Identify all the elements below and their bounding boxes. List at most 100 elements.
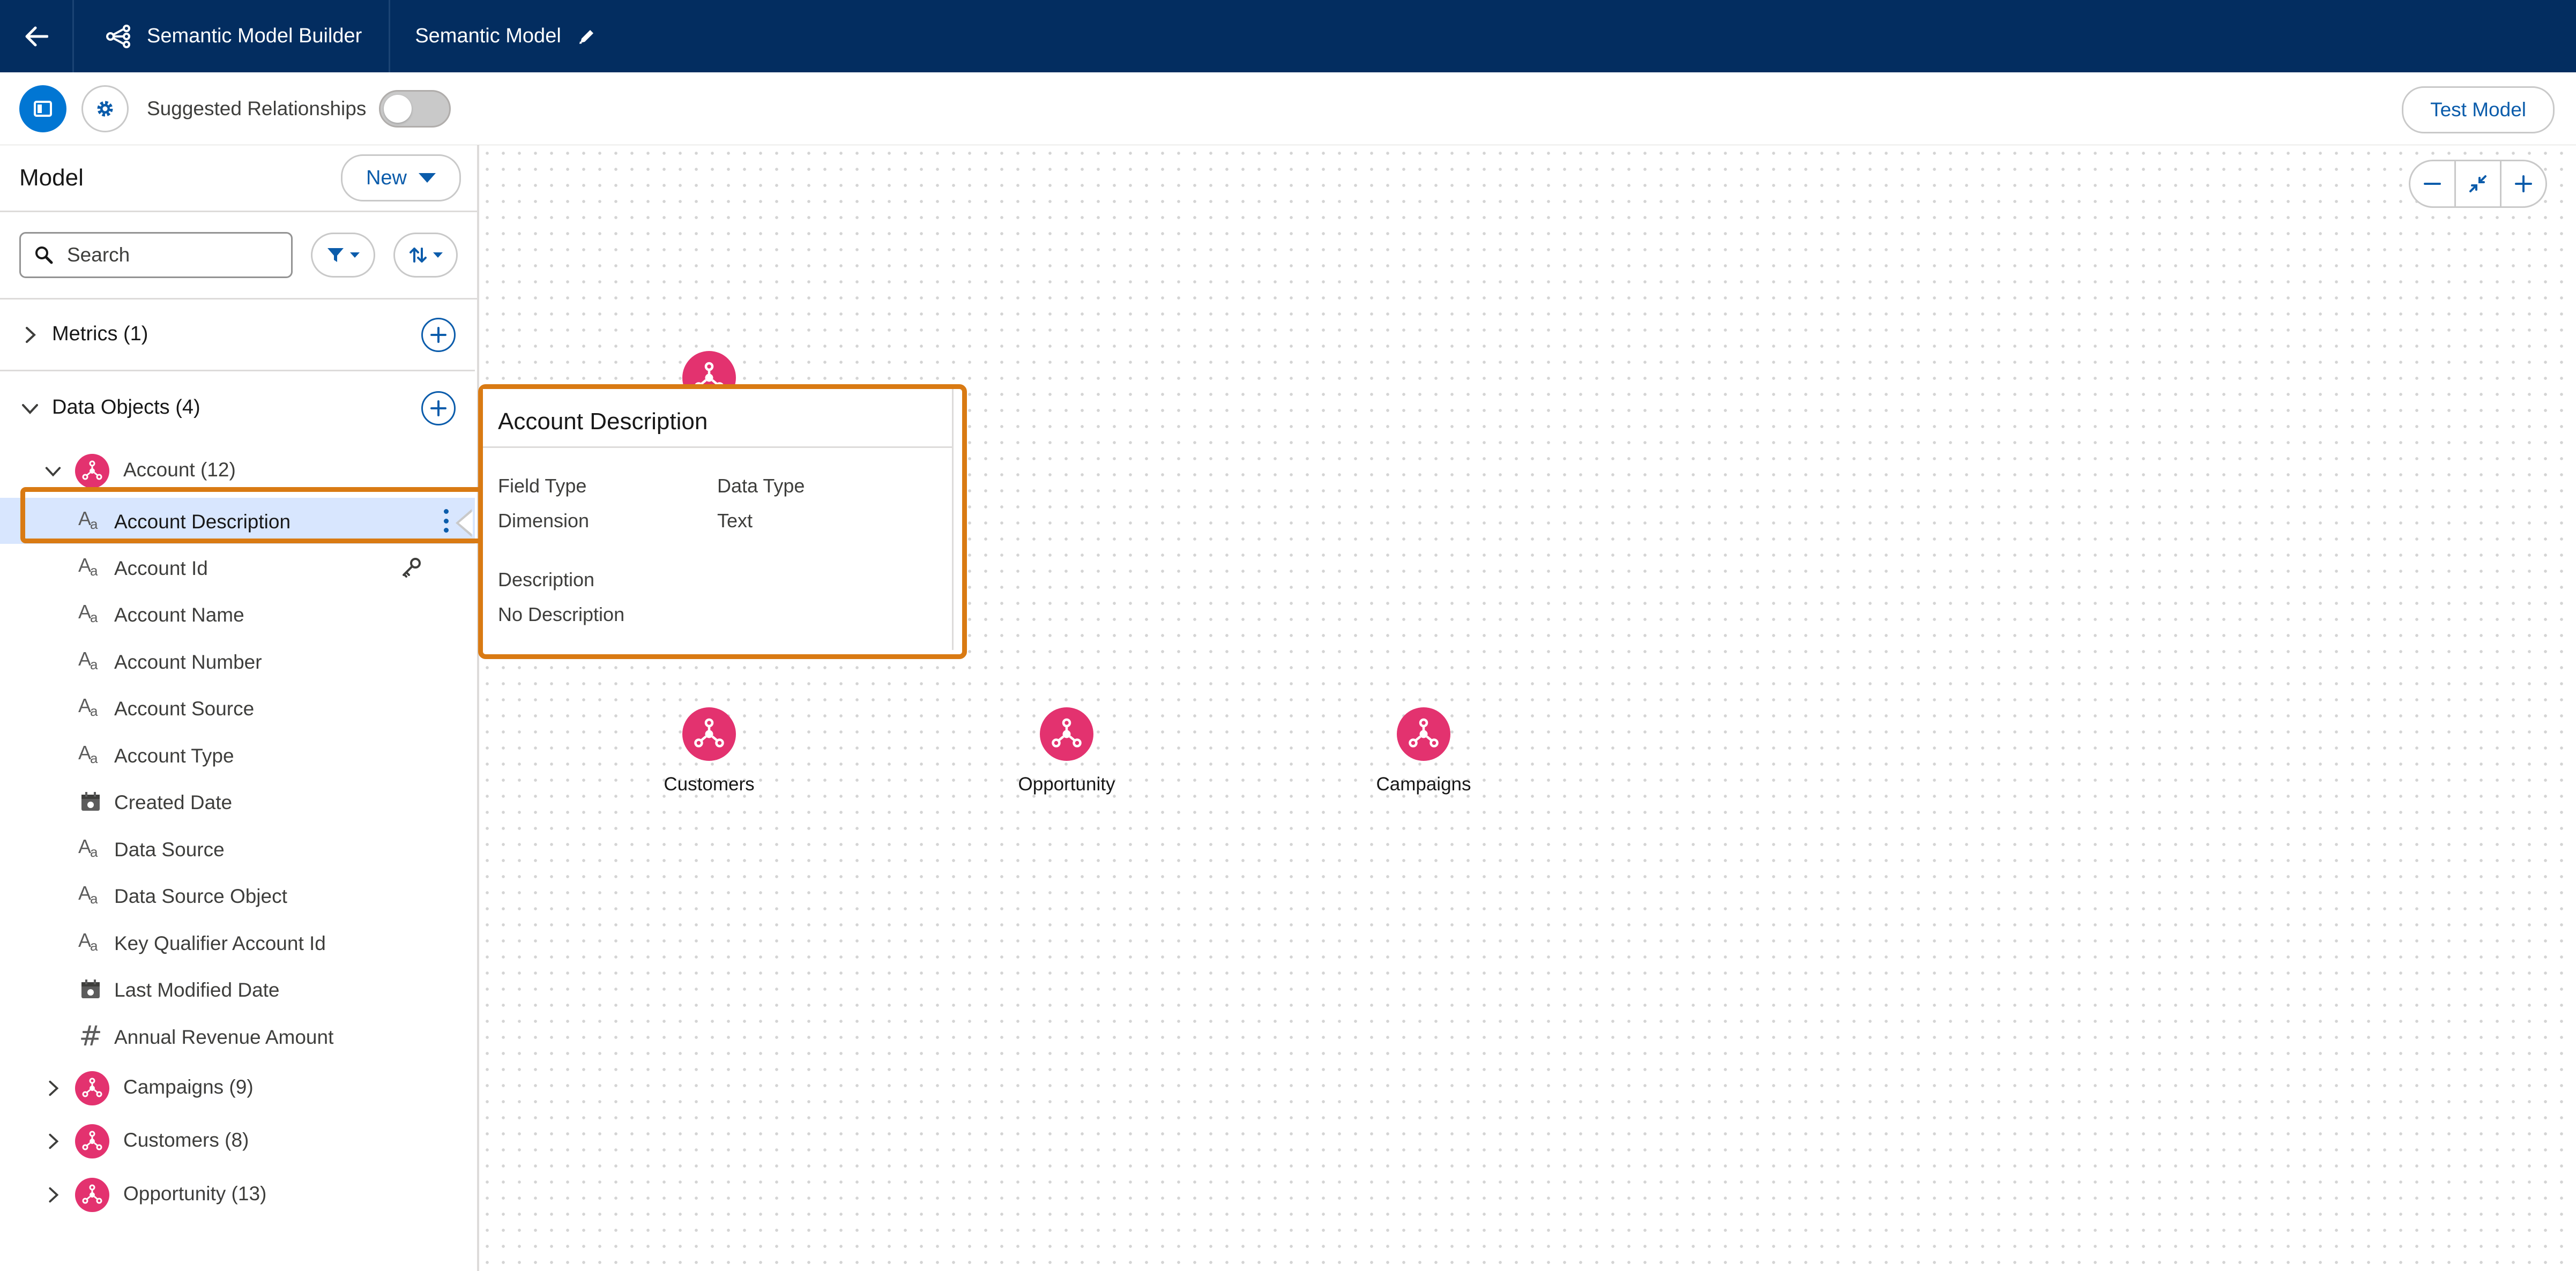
canvas-node-campaigns[interactable]: Campaigns (1343, 707, 1504, 795)
field-label: Data Source Object (114, 885, 287, 907)
data-object-icon (75, 1178, 109, 1212)
node-label: Customers (664, 774, 755, 795)
data-type-value: Text (717, 510, 753, 532)
data-object-icon (682, 707, 736, 761)
model-toolbar: Suggested Relationships Test Model (0, 72, 2576, 146)
contract-icon (2469, 175, 2486, 192)
field-label: Data Source (114, 839, 225, 861)
suggested-relationships-toggle[interactable] (379, 89, 451, 128)
field-label: Account Number (114, 651, 262, 673)
model-canvas[interactable] (479, 145, 2576, 1271)
data-object-customers[interactable]: Customers (8) (0, 1116, 475, 1164)
calendar-icon (78, 977, 103, 1001)
section-divider (0, 370, 475, 371)
field-key-qualifier-account-id[interactable]: Aa Key Qualifier Account Id (0, 919, 475, 966)
add-data-object-button[interactable] (421, 391, 456, 425)
field-data-source[interactable]: Aa Data Source (0, 826, 475, 872)
field-account-id[interactable]: Aa Account Id (0, 544, 475, 590)
popover-body: Account Description Field Type Dimension… (483, 389, 954, 650)
edit-pencil-icon[interactable] (577, 27, 597, 46)
text-field-icon: Aa (78, 742, 98, 766)
zoom-out-button[interactable] (2410, 161, 2454, 206)
chevron-down-icon (433, 252, 443, 258)
model-name-label: Semantic Model (415, 25, 561, 47)
calendar-icon (78, 789, 103, 814)
sort-icon (410, 248, 427, 263)
back-button[interactable] (0, 0, 72, 72)
gear-icon (97, 101, 113, 116)
chevron-down-icon (419, 173, 436, 183)
fit-to-screen-button[interactable] (2454, 161, 2501, 206)
number-field-icon: # (79, 1020, 102, 1052)
field-account-description[interactable]: Aa Account Description (0, 498, 475, 544)
search-input[interactable] (66, 243, 272, 267)
field-label: Account Id (114, 557, 208, 579)
text-field-icon: Aa (78, 554, 98, 579)
field-label: Account Name (114, 604, 244, 626)
data-objects-label: Data Objects (4) (52, 396, 200, 418)
minus-icon (2424, 183, 2441, 185)
toggle-panel-button[interactable] (19, 85, 66, 132)
search-box[interactable] (19, 232, 293, 278)
text-field-icon: Aa (78, 882, 98, 907)
data-object-label: Customers (8) (123, 1129, 249, 1151)
field-account-type[interactable]: Aa Account Type (0, 732, 475, 778)
text-field-icon: Aa (78, 694, 98, 719)
field-data-source-object[interactable]: Aa Data Source Object (0, 872, 475, 918)
data-object-account[interactable]: Account (12) (0, 446, 475, 494)
data-object-label: Opportunity (13) (123, 1183, 267, 1205)
metrics-section[interactable]: Metrics (1) (0, 311, 475, 359)
plus-icon (2515, 175, 2532, 192)
new-button-label: New (366, 166, 407, 189)
app-title: Semantic Model Builder (74, 0, 389, 72)
field-account-name[interactable]: Aa Account Name (0, 591, 475, 637)
zoom-controls (2409, 160, 2547, 208)
chevron-right-icon[interactable] (44, 1079, 62, 1097)
chevron-right-icon[interactable] (44, 1186, 62, 1204)
text-field-icon: Aa (78, 601, 98, 625)
description-label: Description (498, 569, 595, 590)
field-label: Account Type (114, 745, 234, 767)
field-type-label: Field Type (498, 475, 587, 497)
field-last-modified-date[interactable]: Last Modified Date (0, 966, 475, 1012)
field-annual-revenue-amount[interactable]: # Annual Revenue Amount (0, 1013, 475, 1059)
data-object-label: Account (12) (123, 459, 236, 481)
panel-title: Model (19, 165, 84, 191)
zoom-in-button[interactable] (2501, 161, 2545, 206)
test-model-button[interactable]: Test Model (2402, 86, 2555, 133)
add-metric-button[interactable] (421, 318, 456, 352)
data-object-campaigns[interactable]: Campaigns (9) (0, 1063, 475, 1111)
field-type-value: Dimension (498, 510, 590, 532)
field-account-number[interactable]: Aa Account Number (0, 638, 475, 684)
chevron-down-icon[interactable] (20, 399, 40, 418)
chevron-right-icon[interactable] (20, 325, 40, 345)
text-field-icon: Aa (78, 507, 98, 532)
field-label: Last Modified Date (114, 979, 280, 1001)
new-button[interactable]: New (340, 154, 461, 201)
description-value: No Description (498, 603, 625, 625)
chevron-down-icon[interactable] (44, 462, 62, 480)
field-label: Annual Revenue Amount (114, 1026, 334, 1048)
semantic-model-icon (106, 24, 130, 48)
chevron-right-icon[interactable] (44, 1132, 62, 1150)
settings-button[interactable] (81, 85, 129, 132)
field-label: Account Source (114, 698, 255, 720)
canvas-node-opportunity[interactable]: Opportunity (986, 707, 1147, 795)
data-type-label: Data Type (717, 475, 805, 497)
canvas-node-customers[interactable]: Customers (629, 707, 790, 795)
field-created-date[interactable]: Created Date (0, 779, 475, 825)
data-objects-section[interactable]: Data Objects (4) (0, 384, 475, 432)
field-account-source[interactable]: Aa Account Source (0, 685, 475, 731)
toggle-knob (384, 94, 412, 123)
model-panel-header: Model New (0, 145, 477, 212)
data-object-icon (1040, 707, 1093, 761)
sort-button[interactable] (393, 233, 458, 278)
field-details-popover: Account Description Field Type Dimension… (478, 384, 967, 659)
data-object-opportunity[interactable]: Opportunity (13) (0, 1170, 475, 1218)
app-name: Semantic Model Builder (147, 25, 362, 47)
more-actions-icon[interactable] (443, 509, 449, 533)
popover-title: Account Description (498, 408, 708, 435)
filter-button[interactable] (311, 233, 375, 278)
node-label: Campaigns (1376, 774, 1471, 795)
model-name[interactable]: Semantic Model (390, 25, 596, 48)
